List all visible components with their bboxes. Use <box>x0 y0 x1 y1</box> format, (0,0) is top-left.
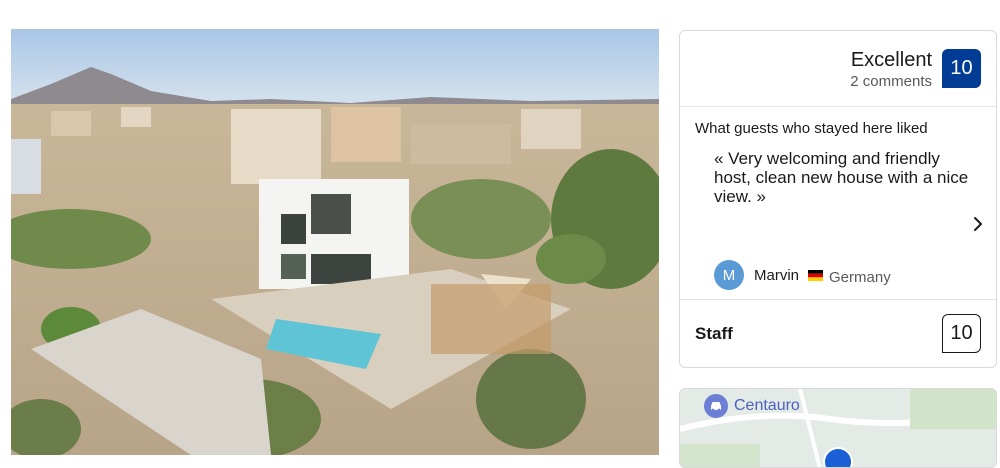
category-score: 10 <box>942 314 981 353</box>
reviewer-name: Marvin <box>754 266 800 284</box>
liked-title: What guests who stayed here liked <box>695 120 928 137</box>
villa-aerial-image <box>11 29 659 455</box>
review-card: Excellent 2 comments 10 What guests who … <box>679 30 997 368</box>
review-score-header: Excellent 2 comments 10 <box>680 31 996 107</box>
map-preview[interactable]: Centauro <box>679 388 997 468</box>
review-quote: « Very welcoming and friendly host, clea… <box>714 149 969 206</box>
map-poi-label: Centauro <box>734 397 800 414</box>
score-word: Excellent <box>850 49 932 71</box>
category-score-row: Staff 10 <box>680 299 996 367</box>
comment-count[interactable]: 2 comments <box>850 73 932 90</box>
property-photo[interactable] <box>11 29 659 455</box>
map-poi[interactable]: Centauro <box>704 394 800 418</box>
car-rental-icon <box>704 394 728 418</box>
category-label: Staff <box>695 324 733 343</box>
chevron-right-icon <box>974 217 982 231</box>
reviewer: M Marvin Germany <box>714 260 891 290</box>
score-badge: 10 <box>942 49 981 88</box>
reviewer-country: Germany <box>829 268 891 286</box>
germany-flag-icon <box>808 269 824 281</box>
avatar: M <box>714 260 744 290</box>
next-review-button[interactable] <box>970 213 986 235</box>
